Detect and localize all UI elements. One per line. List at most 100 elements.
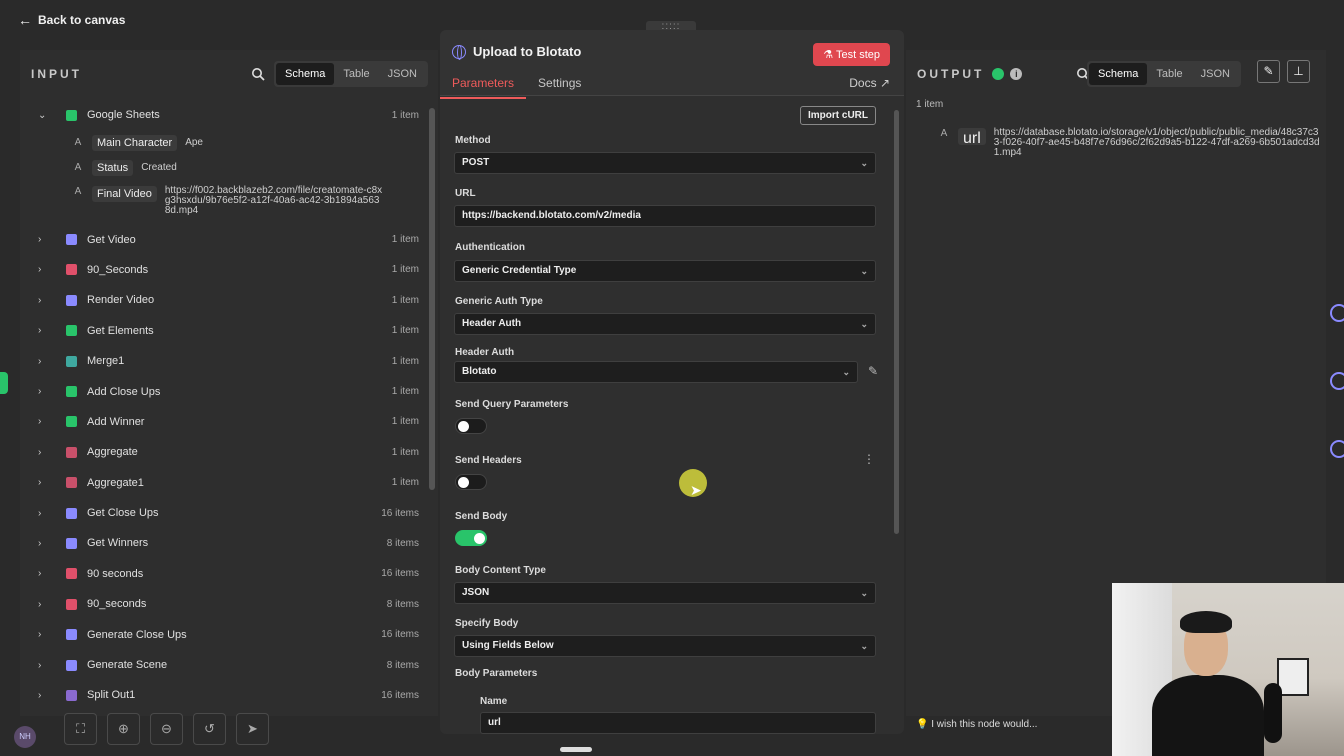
input-tab-json[interactable]: JSON [379, 63, 426, 85]
tree-node-row[interactable]: › Generate Scene 8 items [34, 650, 424, 680]
output-tab-table[interactable]: Table [1147, 63, 1191, 85]
send-query-toggle[interactable] [455, 418, 487, 434]
chevron-right-icon[interactable]: › [38, 660, 52, 671]
search-icon[interactable] [251, 67, 265, 81]
method-select[interactable]: POST ⌄ [454, 152, 876, 174]
tree-node-row[interactable]: › Render Video 1 item [34, 285, 424, 315]
zoom-in-button[interactable]: ⊕ [107, 713, 140, 745]
modal-scrollbar[interactable] [894, 110, 899, 534]
body-content-type-select[interactable]: JSON ⌄ [454, 582, 876, 604]
string-type-icon: A [74, 186, 82, 198]
field-name[interactable]: Status [92, 159, 134, 176]
url-input[interactable]: https://backend.blotato.com/v2/media [454, 205, 876, 227]
send-headers-toggle[interactable] [455, 474, 487, 490]
tab-parameters[interactable]: Parameters [440, 72, 527, 99]
node-type-icon [66, 659, 77, 671]
feedback-link[interactable]: 💡 I wish this node would... [916, 719, 1037, 730]
input-tab-schema[interactable]: Schema [276, 63, 335, 85]
canvas-node-edge[interactable] [0, 372, 8, 394]
input-tab-table[interactable]: Table [334, 63, 378, 85]
tree-node-row[interactable]: › Aggregate 1 item [34, 437, 424, 467]
chevron-right-icon[interactable]: › [38, 599, 52, 610]
node-title[interactable]: Upload to Blotato [473, 44, 581, 59]
node-type-icon [66, 294, 77, 306]
lightbulb-icon: 💡 [916, 719, 929, 730]
field-name[interactable]: Final Video [92, 186, 157, 203]
chevron-right-icon[interactable]: › [38, 325, 52, 336]
output-tab-json[interactable]: JSON [1192, 63, 1239, 85]
chevron-right-icon[interactable]: › [38, 629, 52, 640]
tree-node-row[interactable]: › Get Close Ups 16 items [34, 498, 424, 528]
avatar[interactable]: NH [14, 726, 36, 748]
schema-field-row[interactable]: A Main Character Ape [34, 130, 424, 155]
edit-credential-icon[interactable]: ✎ [868, 364, 878, 378]
tree-node-row[interactable]: › Generate Close Ups 16 items [34, 619, 424, 649]
tree-node-row[interactable]: › Add Winner 1 item [34, 407, 424, 437]
send-body-toggle[interactable] [455, 530, 487, 546]
output-tab-schema[interactable]: Schema [1089, 63, 1148, 85]
authentication-select[interactable]: Generic Credential Type ⌄ [454, 260, 876, 282]
chevron-right-icon[interactable]: › [38, 386, 52, 397]
node-type-icon [66, 507, 77, 519]
chevron-right-icon[interactable]: › [38, 477, 52, 488]
tree-node-row[interactable]: › Get Video 1 item [34, 224, 424, 254]
tree-node-row[interactable]: › Merge1 1 item [34, 346, 424, 376]
chevron-right-icon[interactable]: › [38, 508, 52, 519]
fullscreen-icon: ⛶ [75, 721, 86, 736]
chevron-right-icon[interactable]: › [38, 690, 52, 701]
chevron-right-icon[interactable]: › [38, 264, 52, 275]
pin-data-button[interactable]: ⊥ [1287, 60, 1310, 83]
check-circle-icon [992, 68, 1005, 80]
chevron-right-icon[interactable]: › [38, 447, 52, 458]
chevron-down-icon[interactable]: ⌄ [38, 110, 52, 121]
globe-icon[interactable] [1330, 372, 1344, 390]
reset-zoom-button[interactable]: ↺ [193, 713, 226, 745]
zoom-out-button[interactable]: ⊖ [150, 713, 183, 745]
node-type-icon [66, 325, 77, 337]
field-name[interactable]: Main Character [92, 134, 178, 151]
chevron-right-icon[interactable]: › [38, 234, 52, 245]
chevron-right-icon[interactable]: › [38, 416, 52, 427]
tree-node-row[interactable]: › Add Close Ups 1 item [34, 376, 424, 406]
chevron-right-icon[interactable]: › [38, 356, 52, 367]
output-field-name[interactable]: url [958, 128, 986, 147]
test-step-button[interactable]: ⚗ Test step [813, 43, 890, 66]
tree-node-google-sheets[interactable]: ⌄ Google Sheets 1 item [34, 100, 424, 130]
node-name: Get Elements [87, 324, 154, 337]
arrow-left-icon: ← [18, 12, 32, 28]
resize-handle[interactable] [560, 747, 592, 752]
chevron-right-icon[interactable]: › [38, 568, 52, 579]
more-options-icon[interactable]: ⋮ [863, 452, 875, 466]
tree-node-row[interactable]: › 90 seconds 16 items [34, 559, 424, 589]
tree-node-row[interactable]: › 90_Seconds 1 item [34, 255, 424, 285]
specify-body-select[interactable]: Using Fields Below ⌄ [454, 635, 876, 657]
tab-settings[interactable]: Settings [526, 72, 593, 99]
chevron-right-icon[interactable]: › [38, 538, 52, 549]
info-icon[interactable]: i [1010, 68, 1023, 80]
tidy-up-button[interactable]: ➤ [236, 713, 269, 745]
docs-link[interactable]: Docs ↗ [849, 76, 890, 90]
chevron-right-icon[interactable]: › [38, 295, 52, 306]
globe-icon[interactable] [1330, 304, 1344, 322]
output-view-switcher: Schema Table JSON [1087, 61, 1241, 87]
output-field-row[interactable]: A url https://database.blotato.io/storag… [936, 128, 1322, 158]
globe-icon[interactable] [1330, 440, 1344, 458]
generic-auth-type-select[interactable]: Header Auth ⌄ [454, 313, 876, 335]
tree-node-row[interactable]: › 90_seconds 8 items [34, 589, 424, 619]
import-curl-button[interactable]: Import cURL [800, 106, 876, 125]
edit-output-button[interactable]: ✎ [1257, 60, 1280, 83]
header-auth-select[interactable]: Blotato ⌄ [454, 361, 858, 383]
param-name-input[interactable]: url [480, 712, 876, 734]
fit-view-button[interactable]: ⛶ [64, 713, 97, 745]
tree-node-row[interactable]: › Split Out1 16 items [34, 680, 424, 710]
body-content-type-label: Body Content Type [455, 565, 546, 576]
back-to-canvas-link[interactable]: ← Back to canvas [18, 12, 125, 28]
input-scrollbar[interactable] [429, 108, 435, 490]
node-type-icon [66, 477, 77, 489]
tree-node-row[interactable]: › Aggregate1 1 item [34, 468, 424, 498]
tree-node-row[interactable]: › Get Elements 1 item [34, 316, 424, 346]
tree-node-row[interactable]: › Get Winners 8 items [34, 528, 424, 558]
node-name: Get Winners [87, 537, 149, 550]
schema-field-row[interactable]: A Final Video https://f002.backblazeb2.c… [34, 180, 424, 224]
schema-field-row[interactable]: A Status Created [34, 155, 424, 180]
